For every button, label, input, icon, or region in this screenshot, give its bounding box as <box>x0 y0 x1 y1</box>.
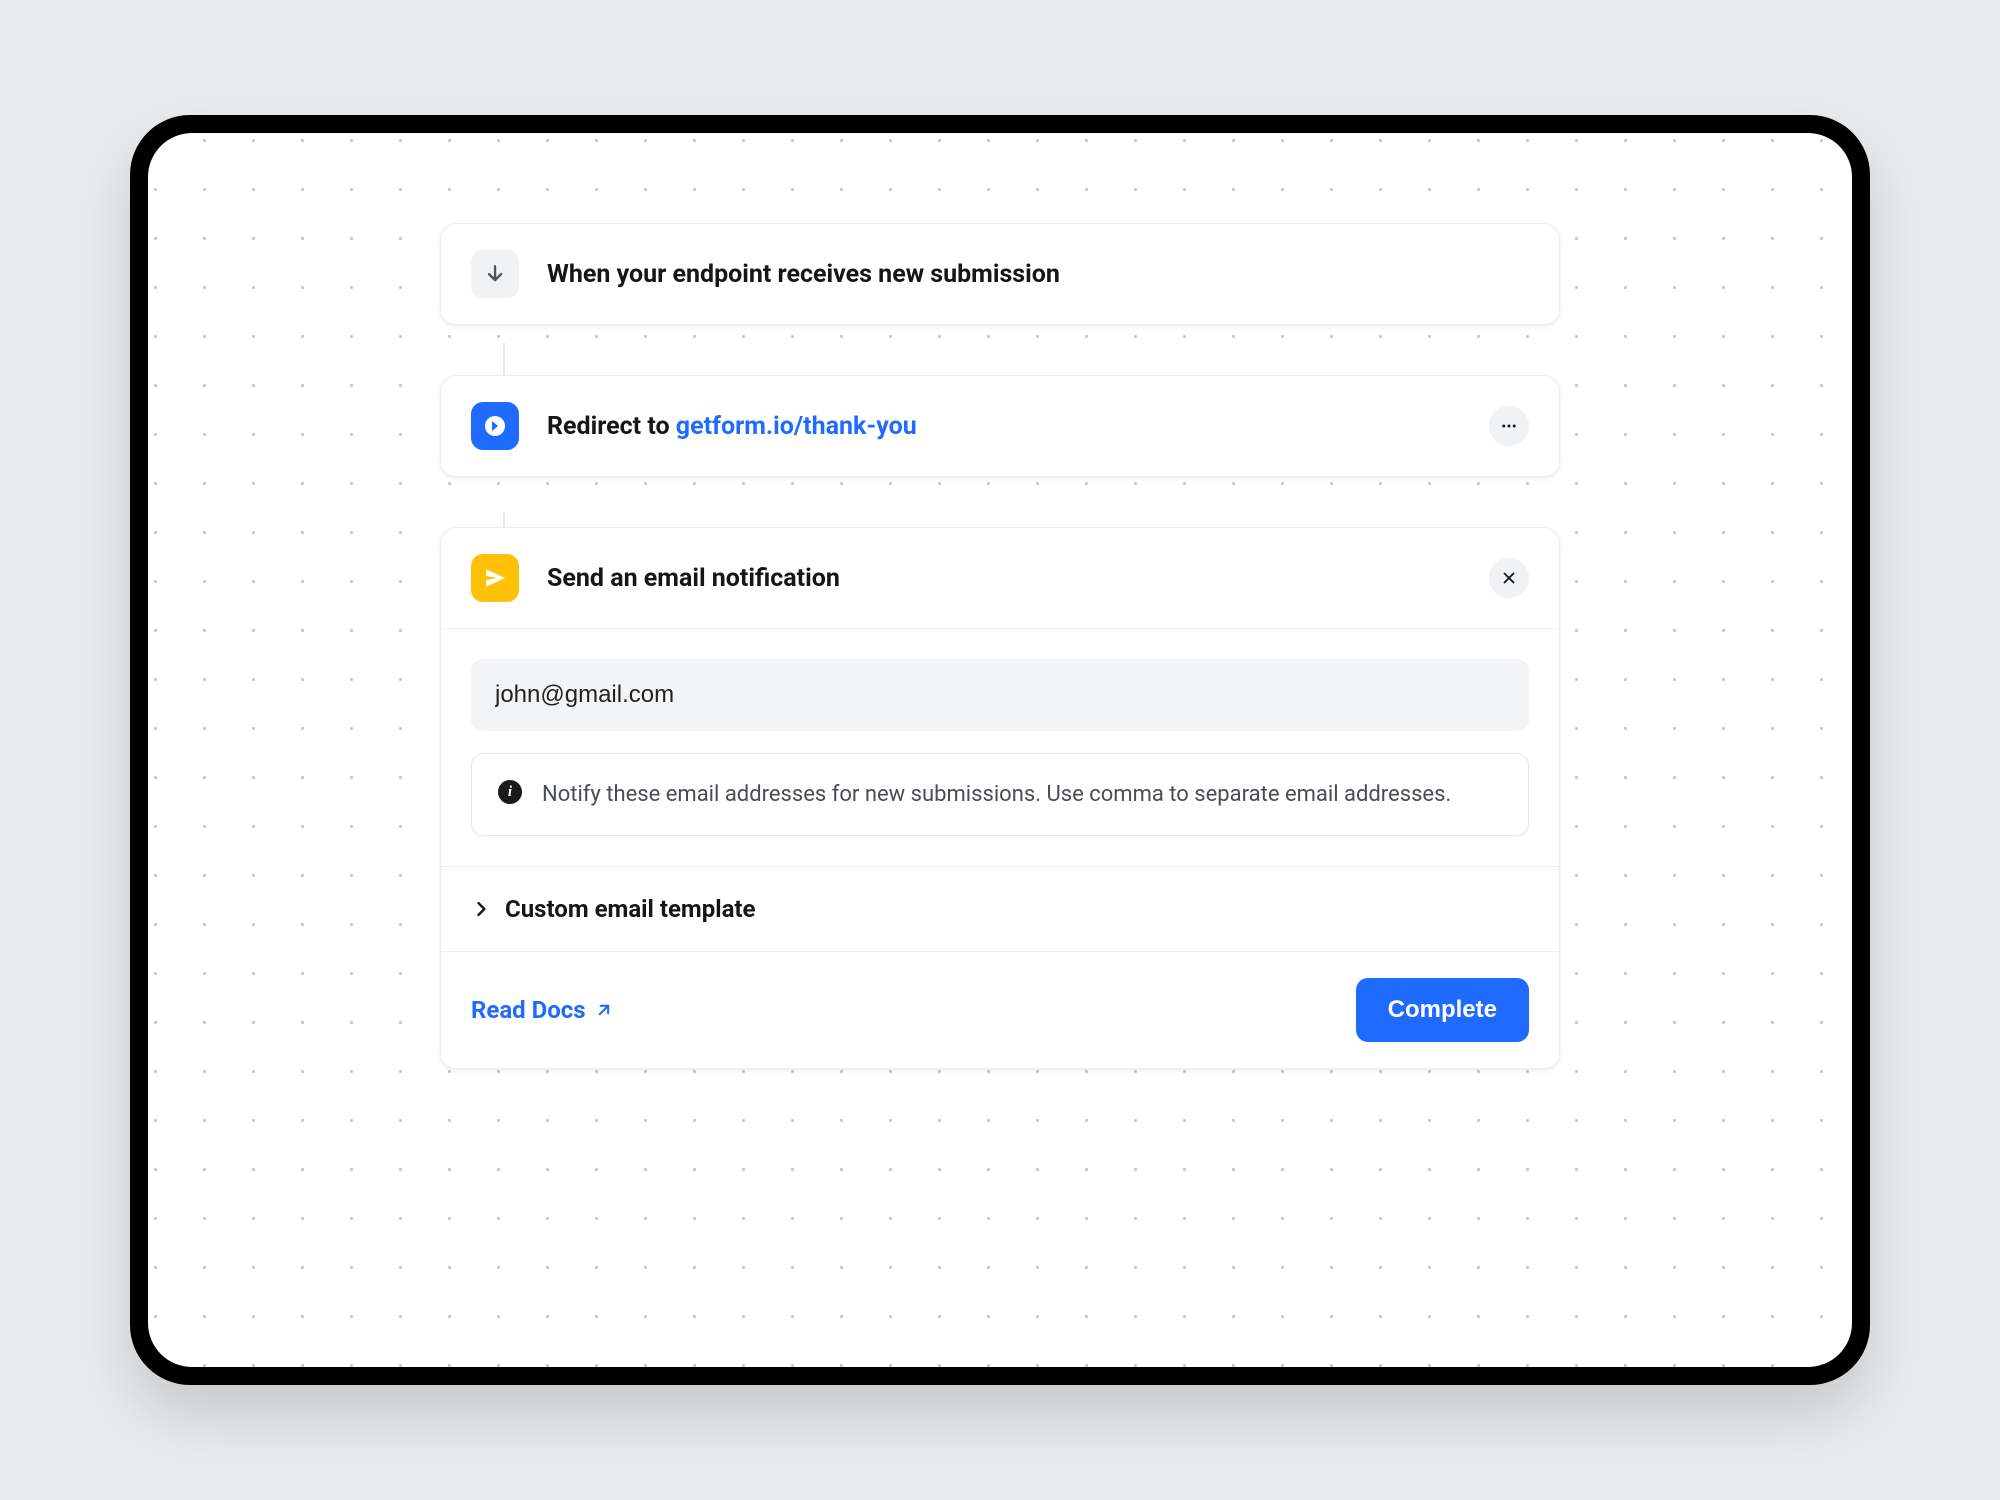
redirect-title: Redirect to getform.io/thank-you <box>547 412 1489 441</box>
card-footer: Read Docs Complete <box>441 951 1559 1068</box>
card-header: Send an email notification <box>441 528 1559 628</box>
redirect-card[interactable]: Redirect to getform.io/thank-you <box>440 375 1560 477</box>
close-icon <box>1500 569 1518 587</box>
email-title: Send an email notification <box>547 564 1489 593</box>
complete-button[interactable]: Complete <box>1356 978 1529 1042</box>
arrow-down-icon <box>471 250 519 298</box>
read-docs-link[interactable]: Read Docs <box>471 996 614 1024</box>
trigger-title: When your endpoint receives new submissi… <box>547 260 1529 289</box>
email-addresses-input[interactable] <box>471 659 1529 731</box>
more-button[interactable] <box>1489 406 1529 446</box>
custom-template-label: Custom email template <box>505 895 756 923</box>
custom-template-toggle[interactable]: Custom email template <box>441 866 1559 951</box>
help-text: Notify these email addresses for new sub… <box>542 778 1451 811</box>
send-icon <box>471 554 519 602</box>
email-body: i Notify these email addresses for new s… <box>441 628 1559 866</box>
email-notification-card: Send an email notification i Notify thes… <box>440 527 1560 1069</box>
arrow-right-circle-icon <box>471 402 519 450</box>
workflow-column: When your endpoint receives new submissi… <box>440 223 1560 1069</box>
ellipsis-icon <box>1500 417 1518 435</box>
info-icon: i <box>498 780 522 804</box>
help-box: i Notify these email addresses for new s… <box>471 753 1529 836</box>
docs-label: Read Docs <box>471 996 586 1024</box>
canvas: When your endpoint receives new submissi… <box>148 133 1852 1367</box>
chevron-right-icon <box>471 899 491 919</box>
card-header: When your endpoint receives new submissi… <box>441 224 1559 324</box>
device-frame: When your endpoint receives new submissi… <box>130 115 1870 1385</box>
trigger-card[interactable]: When your endpoint receives new submissi… <box>440 223 1560 325</box>
redirect-prefix: Redirect to <box>547 412 676 441</box>
external-link-icon <box>594 1000 614 1020</box>
redirect-url[interactable]: getform.io/thank-you <box>676 412 917 441</box>
card-header: Redirect to getform.io/thank-you <box>441 376 1559 476</box>
close-button[interactable] <box>1489 558 1529 598</box>
